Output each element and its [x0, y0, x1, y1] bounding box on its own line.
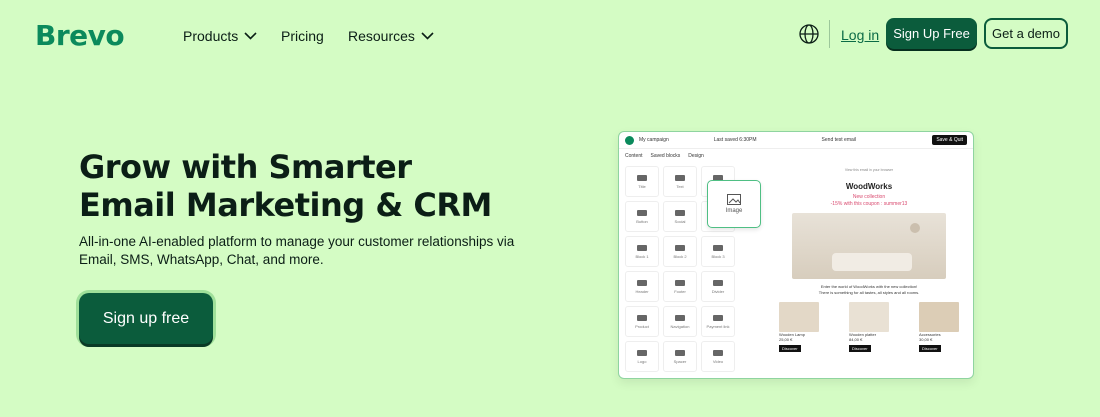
nav-pricing-label: Pricing [281, 28, 324, 44]
preview-campaign-name: My campaign [639, 137, 669, 143]
preview-tab: Saved blocks [650, 153, 681, 159]
preview-email-promo: New collection -15% with this coupon : s… [830, 194, 908, 207]
preview-image-label: Image [725, 208, 743, 214]
preview-block: Button [625, 201, 659, 232]
preview-toolbar: My campaign Last saved 6:30PM Send test … [619, 132, 973, 149]
hero-title-line2: Email Marketing & CRM [79, 186, 492, 224]
product-preview: My campaign Last saved 6:30PM Send test … [618, 131, 974, 379]
preview-block: Divider [701, 271, 735, 302]
preview-email-top: View this email in your browser [844, 168, 894, 172]
preview-block: Footer [663, 271, 697, 302]
preview-block: Payment link [701, 306, 735, 337]
nav-divider [829, 20, 830, 48]
hero-title: Grow with Smarter Email Marketing & CRM [79, 148, 492, 224]
preview-block: Text [663, 166, 697, 197]
nav-products[interactable]: Products [183, 28, 257, 44]
brevo-mini-logo [625, 135, 634, 145]
preview-block: Block 2 [663, 236, 697, 267]
preview-email-brand: WoodWorks [845, 182, 893, 191]
preview-block: Block 1 [625, 236, 659, 267]
preview-block: Product [625, 306, 659, 337]
nav-products-label: Products [183, 28, 239, 44]
preview-send-test: Send test email [821, 137, 857, 143]
nav-resources[interactable]: Resources [348, 28, 434, 44]
get-demo-button[interactable]: Get a demo [984, 18, 1068, 49]
preview-product: Wooden Lamp 25,00 € Discover [779, 302, 819, 352]
preview-block: Title [625, 166, 659, 197]
hero-title-line1: Grow with Smarter [79, 148, 412, 186]
preview-email-body: Enter the world of WoodWorks with the ne… [818, 284, 920, 295]
image-icon [727, 194, 741, 205]
brevo-logo[interactable]: Brevo [35, 19, 125, 52]
hero-signup-button[interactable]: Sign up free [79, 293, 213, 344]
globe-icon[interactable] [798, 23, 820, 45]
preview-block: Social [663, 201, 697, 232]
preview-tab: Content [625, 153, 643, 159]
preview-block: Logo [625, 341, 659, 372]
preview-image-popup: Image [707, 180, 761, 228]
preview-tab: Design [688, 153, 704, 159]
preview-email-hero-image [792, 213, 946, 279]
preview-block: Header [625, 271, 659, 302]
preview-block: Spacer [663, 341, 697, 372]
nav-pricing[interactable]: Pricing [281, 28, 324, 44]
preview-block: Navigation [663, 306, 697, 337]
chevron-down-icon [244, 32, 257, 40]
preview-block: Block 3 [701, 236, 735, 267]
preview-tabs: Content Saved blocks Design [619, 149, 973, 163]
preview-block: Video [701, 341, 735, 372]
hero-subtitle: All-in-one AI-enabled platform to manage… [79, 234, 515, 267]
preview-products: Wooden Lamp 25,00 € Discover Wooden plat… [769, 302, 969, 352]
preview-save-quit: Save & Quit [932, 135, 967, 145]
signup-button[interactable]: Sign Up Free [886, 18, 977, 49]
nav-resources-label: Resources [348, 28, 415, 44]
preview-product: Accessories 30,00 € Discover [919, 302, 959, 352]
preview-email: View this email in your browser WoodWork… [769, 166, 969, 378]
preview-product: Wooden platter 84,00 € Discover [849, 302, 889, 352]
preview-last-saved: Last saved 6:30PM [713, 137, 757, 143]
chevron-down-icon [421, 32, 434, 40]
login-link[interactable]: Log in [841, 27, 879, 43]
